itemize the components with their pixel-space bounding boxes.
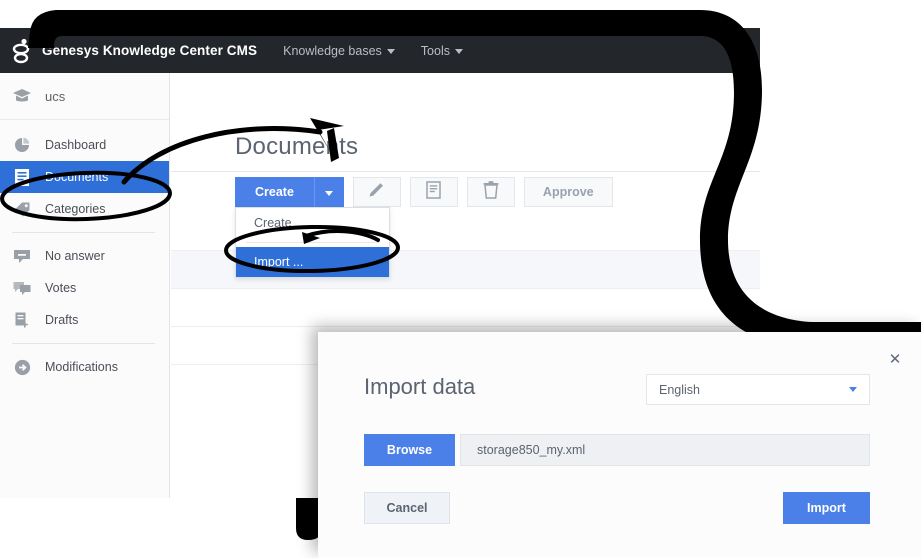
sidebar-item-no-answer[interactable]: No answer xyxy=(0,240,169,272)
create-split-button: Create xyxy=(235,177,344,207)
sidebar-divider xyxy=(12,232,155,233)
language-select-value: English xyxy=(659,382,700,397)
nav-menu-knowledge-bases-label: Knowledge bases xyxy=(283,43,382,58)
sidebar-item-drafts-label: Drafts xyxy=(45,313,79,327)
chevron-down-icon xyxy=(849,387,857,392)
top-navbar: Genesys Knowledge Center CMS Knowledge b… xyxy=(0,28,760,73)
close-icon[interactable]: ✕ xyxy=(887,352,903,368)
create-dropdown-menu: Create Import ... xyxy=(235,207,390,278)
language-select[interactable]: English xyxy=(646,374,870,405)
sidebar-item-dashboard[interactable]: Dashboard xyxy=(0,129,169,161)
chevron-down-icon xyxy=(386,49,395,54)
file-name-field[interactable]: storage850_my.xml xyxy=(460,434,870,466)
sidebar-divider xyxy=(12,343,155,344)
menu-divider xyxy=(246,242,379,243)
sidebar-item-categories[interactable]: Categories xyxy=(0,193,169,225)
drafts-icon xyxy=(12,310,32,330)
sidebar-item-dashboard-label: Dashboard xyxy=(45,138,107,152)
menu-item-create-label: Create xyxy=(254,216,292,230)
documents-toolbar: Create Approve xyxy=(235,177,613,207)
modal-title: Import data xyxy=(364,374,476,399)
trash-icon xyxy=(483,180,499,204)
menu-item-import-label: Import ... xyxy=(254,255,304,269)
create-button[interactable]: Create xyxy=(235,177,314,207)
no-answer-icon xyxy=(12,246,32,266)
title-divider xyxy=(171,171,760,172)
sidebar-item-no-answer-label: No answer xyxy=(45,249,105,263)
table-row[interactable] xyxy=(171,289,760,327)
sidebar: ucs Dashboard Documents Categories No an… xyxy=(0,73,170,498)
genesys-logo-icon xyxy=(8,36,36,66)
copy-button[interactable] xyxy=(409,177,458,207)
nav-menu-knowledge-bases[interactable]: Knowledge bases xyxy=(283,44,395,58)
sidebar-item-votes[interactable]: Votes xyxy=(0,272,169,304)
sidebar-item-votes-label: Votes xyxy=(45,281,77,295)
document-copy-icon xyxy=(426,180,442,204)
delete-button[interactable] xyxy=(466,177,515,207)
import-button[interactable]: Import xyxy=(783,492,870,524)
votes-icon xyxy=(12,278,32,298)
screenshot-stage: Genesys Knowledge Center CMS Knowledge b… xyxy=(0,0,921,558)
sidebar-item-modifications[interactable]: Modifications xyxy=(0,351,169,383)
tag-icon xyxy=(12,199,32,219)
approve-button[interactable]: Approve xyxy=(523,177,613,207)
cancel-button[interactable]: Cancel xyxy=(364,492,450,524)
page-title: Documents xyxy=(235,133,359,160)
create-dropdown-toggle[interactable] xyxy=(313,177,344,207)
chevron-down-icon xyxy=(454,49,463,54)
browse-button[interactable]: Browse xyxy=(364,434,455,466)
pencil-icon xyxy=(368,181,385,203)
sidebar-item-drafts[interactable]: Drafts xyxy=(0,304,169,336)
pie-chart-icon xyxy=(12,135,32,155)
brand-title: Genesys Knowledge Center CMS xyxy=(42,43,258,58)
arrow-right-circle-icon xyxy=(12,357,32,377)
sidebar-knowledge-base-label: ucs xyxy=(45,88,66,104)
sidebar-item-documents[interactable]: Documents xyxy=(0,161,169,193)
menu-item-create[interactable]: Create xyxy=(236,208,389,238)
menu-item-import[interactable]: Import ... xyxy=(236,247,389,277)
nav-menu-tools-label: Tools xyxy=(420,43,450,58)
sidebar-item-documents-label: Documents xyxy=(45,170,109,184)
sidebar-knowledge-base-selector[interactable]: ucs xyxy=(0,73,169,120)
sidebar-item-modifications-label: Modifications xyxy=(45,360,118,374)
document-icon xyxy=(12,167,32,187)
chevron-down-icon xyxy=(325,190,334,196)
edit-button[interactable] xyxy=(352,177,401,207)
nav-menu-tools[interactable]: Tools xyxy=(421,44,463,58)
sidebar-item-categories-label: Categories xyxy=(45,202,106,216)
graduation-cap-icon xyxy=(12,86,32,106)
import-data-modal: ✕ Import data English Browse storage850_… xyxy=(318,332,921,558)
